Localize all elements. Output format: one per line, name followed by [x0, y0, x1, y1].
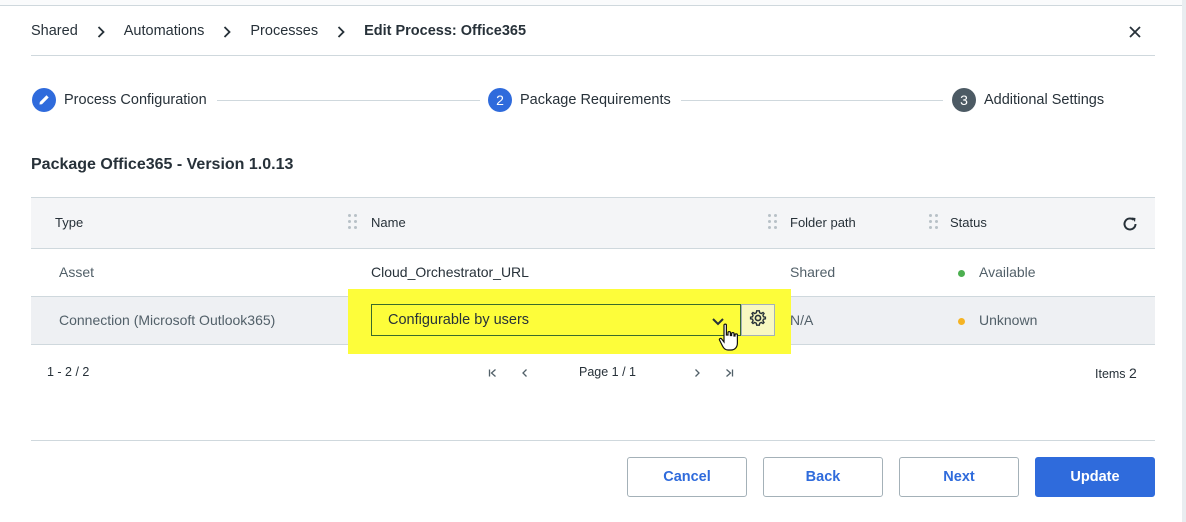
chevron-right-icon: [318, 23, 364, 40]
top-border: [0, 0, 1186, 6]
step-connector: [681, 100, 943, 101]
pencil-icon: [32, 88, 56, 112]
items-number: 2: [1129, 365, 1137, 381]
refresh-icon[interactable]: [1121, 215, 1139, 233]
cancel-button[interactable]: Cancel: [627, 457, 747, 497]
step-additional-settings[interactable]: 3 Additional Settings: [952, 88, 1104, 112]
cell-name: Cloud_Orchestrator_URL: [371, 264, 529, 280]
update-button[interactable]: Update: [1035, 457, 1155, 497]
column-resize-handle[interactable]: [768, 214, 778, 230]
header-divider: [31, 55, 1155, 56]
next-button[interactable]: Next: [899, 457, 1019, 497]
back-button[interactable]: Back: [763, 457, 883, 497]
connection-select[interactable]: Configurable by users: [371, 304, 741, 336]
footer-divider: [31, 440, 1155, 441]
cell-folder: N/A: [790, 312, 814, 328]
step-label: Package Requirements: [520, 92, 671, 108]
cell-status: Unknown: [979, 312, 1038, 328]
step-label: Additional Settings: [984, 92, 1105, 108]
cell-status: Available: [979, 264, 1036, 280]
column-header-status[interactable]: Status: [950, 215, 987, 230]
breadcrumb-processes[interactable]: Processes: [250, 23, 318, 39]
scroll-edge: [1182, 0, 1186, 522]
table-header: Type Name Folder path Status: [31, 197, 1155, 249]
pagination-page: Page 1 / 1: [579, 365, 636, 379]
step-label: Process Configuration: [64, 92, 207, 108]
breadcrumb-automations[interactable]: Automations: [124, 23, 205, 39]
next-page-icon[interactable]: [692, 367, 702, 381]
column-resize-handle[interactable]: [929, 214, 939, 230]
cell-folder: Shared: [790, 264, 836, 280]
column-header-type[interactable]: Type: [55, 215, 83, 230]
connection-settings-button[interactable]: [741, 304, 775, 336]
step-connector: [217, 100, 480, 101]
step-number: 2: [488, 88, 512, 112]
first-page-icon[interactable]: [488, 367, 498, 381]
pagination-range: 1 - 2 / 2: [47, 365, 90, 379]
step-process-configuration[interactable]: Process Configuration: [32, 88, 207, 112]
column-resize-handle[interactable]: [348, 214, 358, 230]
status-dot-available: [958, 270, 965, 277]
chevron-right-icon: [204, 23, 250, 40]
breadcrumb: Shared Automations Processes Edit Proces…: [31, 20, 526, 42]
select-value: Configurable by users: [388, 312, 530, 328]
status-dot-unknown: [958, 318, 965, 325]
breadcrumb-shared[interactable]: Shared: [31, 23, 78, 39]
cell-type: Asset: [59, 264, 95, 280]
last-page-icon[interactable]: [724, 367, 734, 381]
previous-page-icon[interactable]: [520, 367, 530, 381]
step-number: 3: [952, 88, 976, 112]
hand-cursor-icon: [718, 323, 740, 358]
chevron-right-icon: [78, 23, 124, 40]
close-icon[interactable]: [1124, 21, 1146, 43]
items-label: Items: [1095, 367, 1126, 381]
gear-icon: [749, 309, 767, 332]
package-title: Package Office365 - Version 1.0.13: [31, 156, 294, 173]
column-header-folder-path[interactable]: Folder path: [790, 215, 856, 230]
cell-type: Connection (Microsoft Outlook365): [59, 312, 276, 328]
step-package-requirements[interactable]: 2 Package Requirements: [488, 88, 671, 112]
items-count: Items 2: [1095, 365, 1137, 381]
column-header-name[interactable]: Name: [371, 215, 406, 230]
breadcrumb-current: Edit Process: Office365: [364, 23, 527, 39]
